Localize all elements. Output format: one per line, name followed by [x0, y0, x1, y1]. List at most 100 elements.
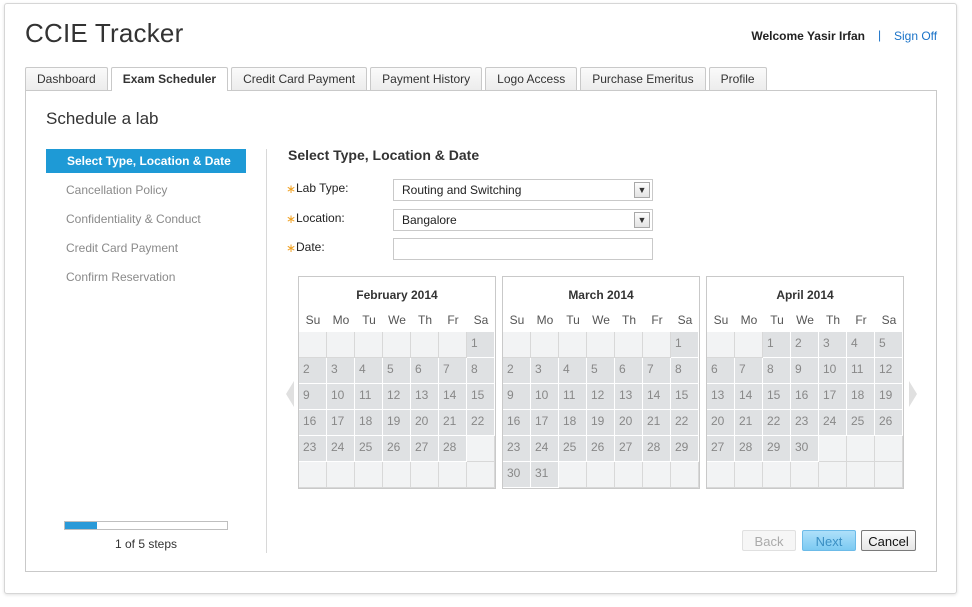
calendar-day: 2 [503, 358, 531, 384]
calendar-empty-cell [671, 462, 699, 488]
calendar-empty-cell [875, 436, 903, 462]
month-title: February 2014 [356, 288, 438, 302]
weekday-label: Mo [536, 313, 554, 327]
calendar-day: 26 [587, 436, 615, 462]
calendar-day: 6 [615, 358, 643, 384]
step-confirm-reservation[interactable]: Confirm Reservation [46, 265, 246, 289]
tab-profile[interactable]: Profile [708, 67, 767, 90]
date-row: ∗ Date: [286, 238, 666, 260]
weekday-label: Th [417, 313, 432, 327]
calendar-empty-cell [411, 332, 439, 358]
calendar-day: 1 [671, 332, 699, 358]
weekday-label: Th [825, 313, 840, 327]
calendar-day: 31 [531, 462, 559, 488]
weekday-label: Sa [677, 313, 693, 327]
calendar-day: 24 [531, 436, 559, 462]
calendar-day: 3 [819, 332, 847, 358]
date-input[interactable] [393, 238, 653, 260]
calendar-next-arrow-icon[interactable] [907, 379, 919, 409]
tab-purchase-emeritus[interactable]: Purchase Emeritus [580, 67, 706, 90]
calendar-empty-cell [559, 462, 587, 488]
calendar-day: 18 [355, 410, 383, 436]
calendar-empty-cell [819, 436, 847, 462]
progress-bar [64, 521, 228, 530]
calendar-day: 21 [643, 410, 671, 436]
calendar-day: 30 [503, 462, 531, 488]
calendar-empty-cell [819, 462, 847, 488]
lab-type-label: Lab Type: [296, 181, 349, 195]
calendar-month: March 2014 Su Mo Tu We Th Fr Sa 1 2 3 4 5 6 7 8 9 10 11 1… [502, 276, 700, 489]
calendar-day: 20 [411, 410, 439, 436]
step-confidentiality[interactable]: Confidentiality & Conduct [46, 207, 246, 231]
calendar-empty-cell [875, 462, 903, 488]
weekday-label: Fr [651, 313, 663, 327]
weekday-label: Su [305, 313, 321, 327]
calendar-empty-cell [707, 462, 735, 488]
required-asterisk-icon: ∗ [286, 241, 297, 255]
calendar-empty-cell [299, 462, 327, 488]
calendar-day: 15 [467, 384, 495, 410]
calendar-empty-cell [439, 462, 467, 488]
calendar-day: 27 [615, 436, 643, 462]
calendar-day: 4 [355, 358, 383, 384]
day-grid: 1 2 3 4 5 6 7 8 9 10 11 12 13 14 15 16 17 18 19 20 21 22 23 24 2… [707, 332, 903, 488]
calendar-day: 13 [707, 384, 735, 410]
step-cancellation-policy[interactable]: Cancellation Policy [46, 178, 246, 202]
month-title: March 2014 [568, 288, 634, 302]
month-title: April 2014 [776, 288, 834, 302]
calendar-day: 25 [355, 436, 383, 462]
lab-type-row: ∗ Lab Type: Routing and Switching ▼ [286, 179, 666, 201]
calendar-day: 21 [439, 410, 467, 436]
step-select-type[interactable]: Select Type, Location & Date [46, 149, 246, 173]
sign-off-link[interactable]: Sign Off [894, 29, 937, 43]
location-select[interactable]: Bangalore ▼ [393, 209, 653, 231]
page-title: Schedule a lab [46, 109, 159, 128]
calendar-day: 16 [791, 384, 819, 410]
calendar-empty-cell [327, 332, 355, 358]
calendar-empty-cell [383, 332, 411, 358]
chevron-down-icon[interactable]: ▼ [634, 182, 650, 198]
calendar-day: 5 [875, 332, 903, 358]
app-title: CCIE Tracker [25, 18, 184, 48]
calendar-day: 27 [411, 436, 439, 462]
next-button[interactable]: Next [802, 530, 856, 551]
step-credit-card-payment[interactable]: Credit Card Payment [46, 236, 246, 260]
tab-dashboard[interactable]: Dashboard [25, 67, 108, 90]
calendar-day: 30 [791, 436, 819, 462]
lab-type-select[interactable]: Routing and Switching ▼ [393, 179, 653, 201]
calendar-day: 26 [875, 410, 903, 436]
back-button[interactable]: Back [742, 530, 796, 551]
cancel-button[interactable]: Cancel [861, 530, 916, 551]
calendar-day: 17 [327, 410, 355, 436]
calendar-day: 6 [707, 358, 735, 384]
calendar-day: 2 [299, 358, 327, 384]
calendar-day: 9 [503, 384, 531, 410]
tab-credit-card-payment[interactable]: Credit Card Payment [231, 67, 368, 90]
weekday-label: We [796, 313, 814, 327]
weekday-label: Sa [881, 313, 897, 327]
calendar-day: 7 [643, 358, 671, 384]
calendar-day: 6 [411, 358, 439, 384]
calendar-day: 1 [763, 332, 791, 358]
tab-logo-access[interactable]: Logo Access [485, 67, 578, 90]
calendar-day: 28 [439, 436, 467, 462]
calendar-month: February 2014 Su Mo Tu We Th Fr Sa 1 2 3 4 5 6 7 8 9 10… [298, 276, 496, 489]
calendar-day: 23 [299, 436, 327, 462]
calendar-empty-cell [439, 332, 467, 358]
calendar-day: 15 [763, 384, 791, 410]
progress-fill [65, 522, 98, 529]
tab-exam-scheduler[interactable]: Exam Scheduler [110, 67, 229, 91]
calendar-day: 9 [791, 358, 819, 384]
calendar-day: 12 [587, 384, 615, 410]
tab-payment-history[interactable]: Payment History [370, 67, 483, 90]
calendar-day: 22 [763, 410, 791, 436]
calendar-day: 28 [735, 436, 763, 462]
calendar-day: 14 [735, 384, 763, 410]
chevron-down-icon[interactable]: ▼ [634, 212, 650, 228]
weekday-label: Fr [447, 313, 459, 327]
day-grid: 1 2 3 4 5 6 7 8 9 10 11 12 13 14 15 16 17 18 19 20 21 22 23 24 2… [299, 332, 495, 488]
calendar-day: 8 [671, 358, 699, 384]
calendar-day: 18 [559, 410, 587, 436]
calendar-empty-cell [503, 332, 531, 358]
calendar-prev-arrow-icon[interactable] [284, 379, 296, 409]
